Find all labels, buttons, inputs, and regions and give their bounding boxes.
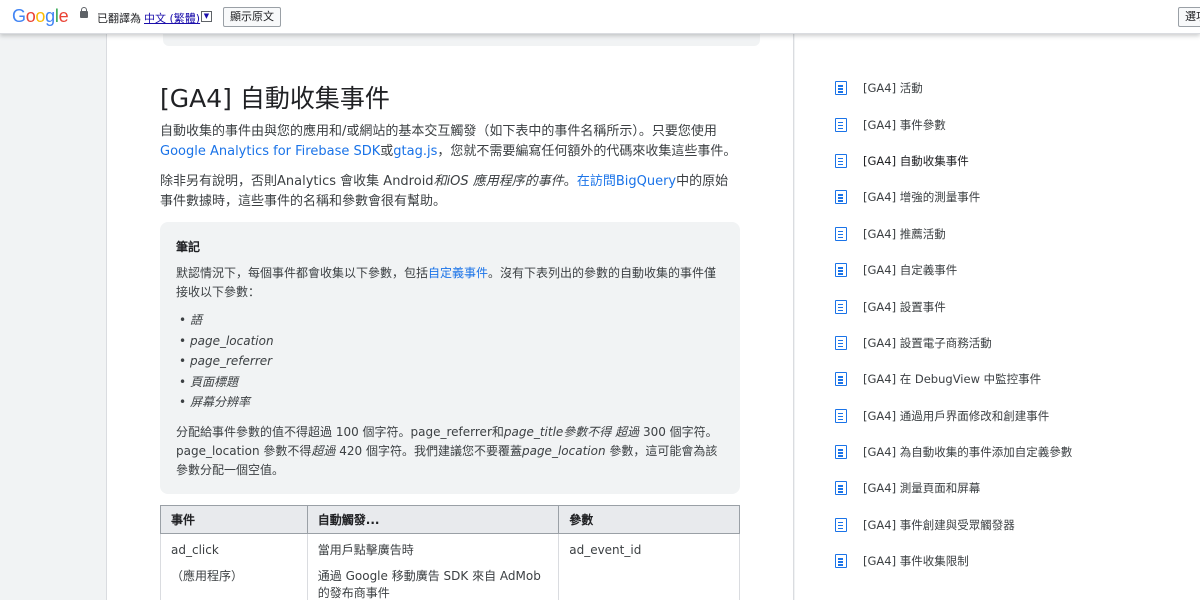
note-title: 筆記 xyxy=(176,240,201,254)
sidebar-article-link[interactable]: [GA4] 測量頁面和屏幕 xyxy=(835,470,1072,506)
column-header-trigger: 自動觸發... xyxy=(306,505,560,534)
firebase-sdk-link[interactable]: Google Analytics for Firebase SDK xyxy=(160,144,380,159)
sidebar-article-link[interactable]: [GA4] 在 DebugView 中監控事件 xyxy=(835,361,1072,397)
sidebar-article-link[interactable]: [GA4] 推薦活動 xyxy=(835,216,1072,252)
event-platform: （應用程序） xyxy=(171,569,244,583)
article-icon xyxy=(835,445,847,460)
sidebar-article-link[interactable]: [GA4] 活動 xyxy=(835,70,1072,106)
cell-params: ad_event_id xyxy=(558,533,740,600)
sidebar-article-label: [GA4] 設置電子商務活動 xyxy=(863,335,992,350)
sidebar-article-link[interactable]: [GA4] 自動收集事件 xyxy=(835,143,1072,179)
sidebar-article-link[interactable]: [GA4] 為自動收集的事件添加自定義參數 xyxy=(835,434,1072,470)
article-icon xyxy=(835,408,847,423)
gtag-link[interactable]: gtag.js xyxy=(393,144,437,159)
article-icon xyxy=(835,554,847,569)
show-original-button[interactable]: 顯示原文 xyxy=(223,7,281,27)
sidebar-article-link[interactable]: [GA4] 設置電子商務活動 xyxy=(835,325,1072,361)
table-header-row: 事件 自動觸發... 參數 xyxy=(160,505,740,534)
sidebar-article-link[interactable]: [GA4] 增強的測量事件 xyxy=(835,179,1072,215)
page-title: [GA4] 自動收集事件 xyxy=(160,84,390,113)
lock-icon xyxy=(80,7,88,21)
parameter-list: 語 page_location page_referrer 頁面標題 屏幕分辨率 xyxy=(176,310,724,413)
article-icon xyxy=(835,299,847,314)
list-item: 頁面標題 xyxy=(176,372,724,393)
bigquery-link[interactable]: 在訪問BigQuery xyxy=(577,174,676,189)
event-name: ad_click xyxy=(171,543,219,557)
list-item: 屏幕分辨率 xyxy=(176,392,724,413)
article-icon xyxy=(835,335,847,350)
sidebar-article-label: [GA4] 自動收集事件 xyxy=(863,153,969,168)
article-icon xyxy=(835,117,847,132)
article-icon xyxy=(835,81,847,96)
translated-message: 已翻譯為 xyxy=(97,12,141,25)
sidebar-article-label: [GA4] 自定義事件 xyxy=(863,263,958,278)
language-dropdown-icon[interactable]: ▼ xyxy=(201,11,212,22)
list-item: page_location xyxy=(176,331,724,352)
top-panel-edge xyxy=(163,34,760,46)
sidebar-article-link[interactable]: [GA4] 事件收集限制 xyxy=(835,543,1072,579)
table-row: ad_click （應用程序） 當用戶點擊廣告時 通過 Google 移動廣告 … xyxy=(160,533,740,600)
sidebar-article-link[interactable]: [GA4] 通過用戶界面修改和創建事件 xyxy=(835,398,1072,434)
article-icon xyxy=(835,372,847,387)
cell-event: ad_click （應用程序） xyxy=(160,533,308,600)
article-icon xyxy=(835,517,847,532)
sidebar-article-link[interactable]: [GA4] 自定義事件 xyxy=(835,252,1072,288)
translate-bar: Google 已翻譯為 中文 (繁體) ▼ 顯示原文 選項 xyxy=(0,0,1200,34)
article-content: [GA4] 自動收集事件 自動收集的事件由與您的應用和/或網站的基本交互觸發（如… xyxy=(160,82,740,212)
custom-events-link[interactable]: 自定義事件 xyxy=(428,266,488,280)
article-icon xyxy=(835,263,847,278)
language-link[interactable]: 中文 (繁體) xyxy=(144,10,200,26)
note-box: 筆記 默認情況下，每個事件都會收集以下參數，包括自定義事件。沒有下表列出的參數的… xyxy=(160,222,740,494)
sidebar-article-label: [GA4] 事件創建與受眾觸發器 xyxy=(863,517,1015,532)
related-articles-list: [GA4] 活動 [GA4] 事件參數 [GA4] 自動收集事件 [GA4] 增強的測… xyxy=(835,70,1072,579)
sidebar-article-label: [GA4] 在 DebugView 中監控事件 xyxy=(863,372,1042,387)
article-icon xyxy=(835,190,847,205)
article-icon xyxy=(835,153,847,168)
sidebar-article-label: [GA4] 推薦活動 xyxy=(863,226,946,241)
options-button[interactable]: 選項 xyxy=(1178,7,1200,27)
sidebar-article-link[interactable]: [GA4] 事件創建與受眾觸發器 xyxy=(835,507,1072,543)
param-name: ad_event_id xyxy=(569,543,642,557)
list-item: 語 xyxy=(176,310,724,331)
sidebar-article-link[interactable]: [GA4] 設置事件 xyxy=(835,288,1072,324)
column-header-params: 參數 xyxy=(558,505,740,534)
sidebar-article-label: [GA4] 設置事件 xyxy=(863,299,946,314)
intro-paragraph: 自動收集的事件由與您的應用和/或網站的基本交互觸發（如下表中的事件名稱所示）。只… xyxy=(160,124,737,159)
article-icon xyxy=(835,226,847,241)
bigquery-paragraph: 除非另有說明，否則Analytics 會收集 Android和iOS 應用程序的… xyxy=(160,174,729,209)
sidebar-article-label: [GA4] 事件參數 xyxy=(863,117,946,132)
trigger-subtext: 通過 Google 移動廣告 SDK 來自 AdMob 的發布商事件 xyxy=(317,569,541,600)
article-icon xyxy=(835,481,847,496)
sidebar-article-label: [GA4] 為自動收集的事件添加自定義參數 xyxy=(863,445,1073,460)
cell-trigger: 當用戶點擊廣告時 通過 Google 移動廣告 SDK 來自 AdMob 的發布… xyxy=(306,533,560,600)
list-item: page_referrer xyxy=(176,351,724,372)
events-table: 事件 自動觸發... 參數 ad_click （應用程序） 當用戶點擊廣告時 通… xyxy=(160,505,740,600)
note-text: 默認情況下，每個事件都會收集以下參數，包括自定義事件。沒有下表列出的參數的自動收… xyxy=(176,266,717,299)
google-logo: Google xyxy=(12,6,69,26)
sidebar-article-label: [GA4] 活動 xyxy=(863,81,923,96)
sidebar-article-link[interactable]: [GA4] 事件參數 xyxy=(835,106,1072,142)
note-footer: 分配給事件參數的值不得超過 100 個字符。page_referrer和page… xyxy=(176,424,718,477)
sidebar-article-label: [GA4] 事件收集限制 xyxy=(863,554,969,569)
trigger-text: 當用戶點擊廣告時 xyxy=(317,543,414,557)
sidebar-article-label: [GA4] 測量頁面和屏幕 xyxy=(863,481,981,496)
sidebar-article-label: [GA4] 通過用戶界面修改和創建事件 xyxy=(863,408,1050,423)
column-header-event: 事件 xyxy=(160,505,308,534)
sidebar-article-label: [GA4] 增強的測量事件 xyxy=(863,190,981,205)
